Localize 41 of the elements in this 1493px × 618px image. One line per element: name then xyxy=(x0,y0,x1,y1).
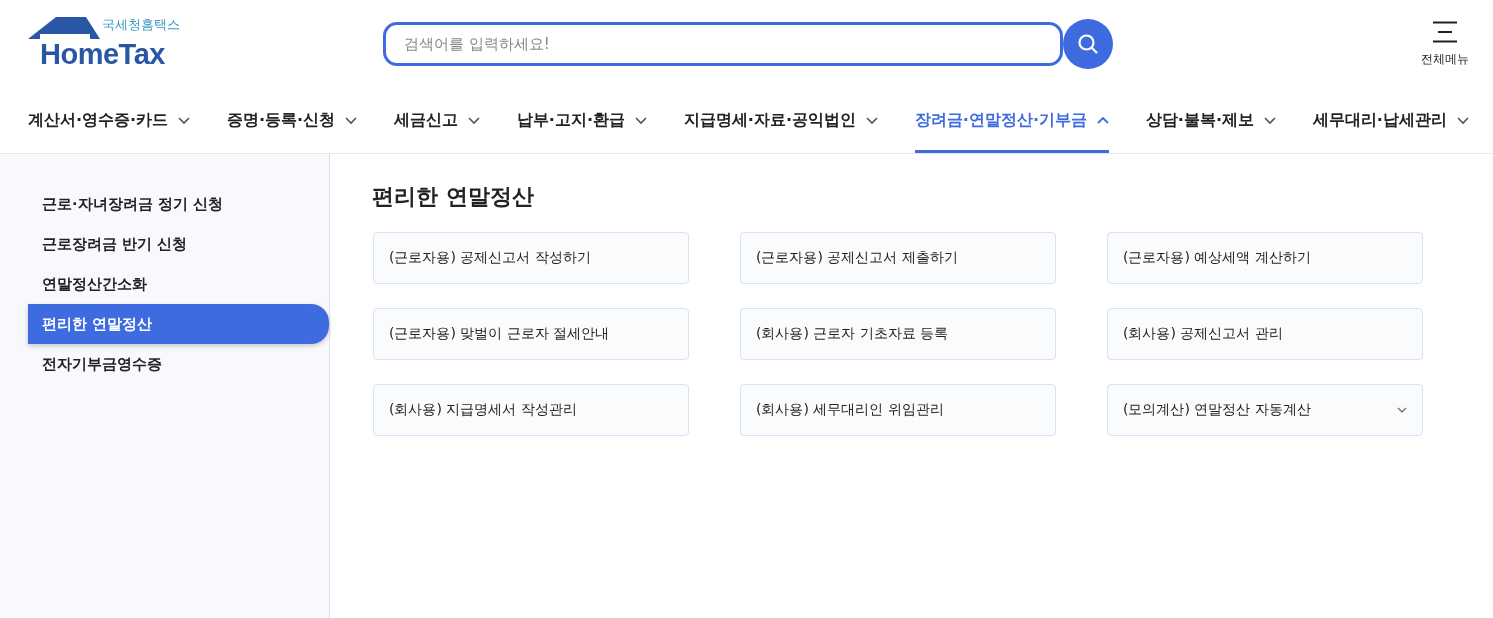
sidebar-item[interactable]: 근로·자녀장려금 정기 신청 xyxy=(28,184,329,224)
chevron-down-icon xyxy=(468,116,480,125)
nav-tab[interactable]: 계산서·영수증·카드 xyxy=(28,88,191,153)
house-icon xyxy=(28,17,100,39)
hometax-logo[interactable]: 국세청홈택스 HomeTax xyxy=(28,14,178,72)
nav-tab[interactable]: 세금신고 xyxy=(394,88,480,153)
nav-tab[interactable]: 세무대리·납세관리 xyxy=(1312,88,1469,153)
all-menu-button[interactable]: 전체메뉴 xyxy=(1421,20,1469,68)
search-icon xyxy=(1077,33,1099,55)
nav-tab[interactable]: 지급명세·자료·공익법인 xyxy=(683,88,878,153)
sidebar-item[interactable]: 연말정산간소화 xyxy=(28,264,329,304)
chevron-up-icon xyxy=(1097,116,1109,125)
chevron-down-icon xyxy=(1456,116,1469,125)
nav-tab[interactable]: 장려금·연말정산·기부금 xyxy=(914,88,1109,153)
nav-tab[interactable]: 상담·불복·제보 xyxy=(1145,88,1276,153)
menu-link-card[interactable]: (회사용) 공제신고서 관리 xyxy=(1107,308,1423,360)
nav-tab[interactable]: 증명·등록·신청 xyxy=(227,88,358,153)
chevron-down-icon xyxy=(178,116,191,125)
menu-link-card[interactable]: (회사용) 지급명세서 작성관리 xyxy=(373,384,689,436)
menu-link-card[interactable]: (근로자용) 맞벌이 근로자 절세안내 xyxy=(373,308,689,360)
page-title: 편리한 연말정산 xyxy=(372,183,535,211)
logo-subtitle: 국세청홈택스 xyxy=(102,16,180,34)
menu-link-card[interactable]: (회사용) 근로자 기초자료 등록 xyxy=(740,308,1056,360)
chevron-down-icon xyxy=(866,116,878,125)
logo-title: HomeTax xyxy=(40,39,165,69)
sidebar-item[interactable]: 편리한 연말정산 xyxy=(28,304,329,344)
sidebar-item[interactable]: 전자기부금영수증 xyxy=(28,344,329,384)
menu-icon xyxy=(1432,20,1458,43)
menu-link-card[interactable]: (근로자용) 공제신고서 작성하기 xyxy=(373,232,689,284)
menu-link-card[interactable]: (근로자용) 예상세액 계산하기 xyxy=(1107,232,1423,284)
search-button[interactable] xyxy=(1063,19,1113,69)
menu-link-card[interactable]: (회사용) 세무대리인 위임관리 xyxy=(740,384,1056,436)
chevron-down-icon xyxy=(1397,407,1407,413)
chevron-down-icon xyxy=(635,116,647,125)
nav-tab[interactable]: 납부·고지·환급 xyxy=(516,88,647,153)
menu-link-card[interactable]: (근로자용) 공제신고서 제출하기 xyxy=(740,232,1056,284)
menu-link-card[interactable]: (모의계산) 연말정산 자동계산 xyxy=(1107,384,1423,436)
chevron-down-icon xyxy=(1264,116,1276,125)
search-field[interactable]: 검색어를 입력하세요! xyxy=(383,22,1063,66)
chevron-down-icon xyxy=(345,116,358,125)
sidebar-item[interactable]: 근로장려금 반기 신청 xyxy=(28,224,329,264)
